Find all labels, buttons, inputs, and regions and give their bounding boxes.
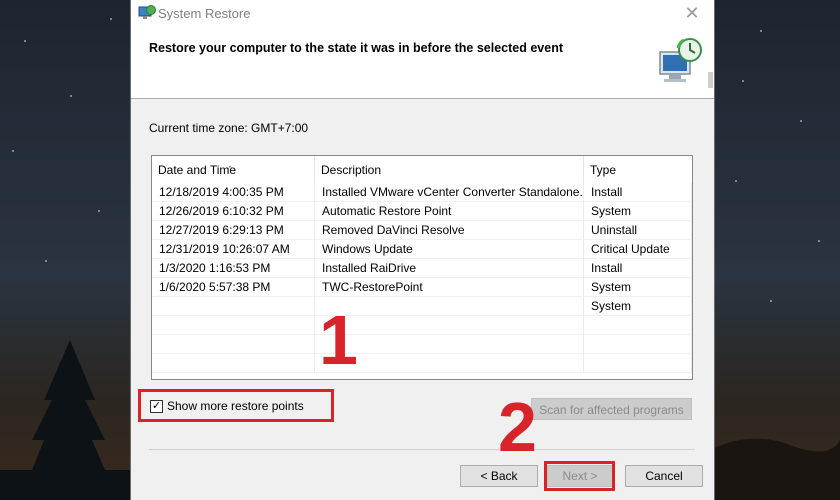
table-row[interactable]: 12/27/2019 6:29:13 PM Removed DaVinci Re…: [152, 221, 692, 240]
cell-description: Automatic Restore Point: [315, 202, 584, 221]
column-header-date[interactable]: ^ Date and Time: [152, 156, 315, 183]
back-button[interactable]: < Back: [460, 465, 538, 487]
cell-description: Windows Update: [315, 240, 584, 259]
show-more-label[interactable]: Show more restore points: [167, 399, 304, 413]
cell-type: System: [584, 297, 692, 316]
cell-type: [584, 354, 692, 373]
highlight-box-next: [544, 461, 615, 491]
hill-silhouette: [710, 438, 840, 500]
title-bar[interactable]: System Restore ✕: [131, 0, 714, 28]
cell-date: 1/6/2020 5:57:38 PM: [152, 278, 315, 297]
sort-caret-icon: ^: [228, 164, 233, 174]
footer-separator: [149, 449, 695, 450]
scroll-indicator: [708, 72, 713, 88]
timezone-label: Current time zone: GMT+7:00: [149, 121, 309, 135]
cell-date: 1/3/2020 1:16:53 PM: [152, 259, 315, 278]
restore-points-table[interactable]: ^ Date and Time Description Type 12/18/2…: [151, 155, 693, 380]
table-row[interactable]: [152, 335, 692, 354]
cell-date: [152, 297, 315, 316]
annotation-step-1: 1: [319, 301, 358, 379]
cell-date: 12/26/2019 6:10:32 PM: [152, 202, 315, 221]
system-restore-window: System Restore ✕ Restore your computer t…: [130, 0, 715, 500]
cell-type: Uninstall: [584, 221, 692, 240]
cell-date: 12/27/2019 6:29:13 PM: [152, 221, 315, 240]
cell-type: [584, 335, 692, 354]
table-row[interactable]: 12/26/2019 6:10:32 PM Automatic Restore …: [152, 202, 692, 221]
table-row[interactable]: 12/31/2019 10:26:07 AM Windows Update Cr…: [152, 240, 692, 259]
column-header-type[interactable]: Type: [584, 156, 692, 183]
cell-type: System: [584, 202, 692, 221]
page-title: Restore your computer to the state it wa…: [149, 41, 563, 55]
system-restore-icon: [138, 5, 156, 19]
cell-date: [152, 335, 315, 354]
cell-date: 12/18/2019 4:00:35 PM: [152, 183, 315, 202]
cell-description: Installed VMware vCenter Converter Stand…: [315, 183, 584, 202]
wizard-header: Restore your computer to the state it wa…: [131, 28, 714, 99]
table-row[interactable]: [152, 354, 692, 373]
cell-type: Install: [584, 183, 692, 202]
column-header-description[interactable]: Description: [315, 156, 584, 183]
cell-type: Install: [584, 259, 692, 278]
table-row[interactable]: System: [152, 297, 692, 316]
cell-date: [152, 316, 315, 335]
show-more-checkbox[interactable]: ✓: [150, 400, 163, 413]
cell-date: [152, 354, 315, 373]
table-row[interactable]: 1/3/2020 1:16:53 PM Installed RaiDrive I…: [152, 259, 692, 278]
table-header: ^ Date and Time Description Type: [152, 156, 692, 183]
table-row[interactable]: [152, 316, 692, 335]
cell-type: Critical Update: [584, 240, 692, 259]
cell-description: Removed DaVinci Resolve: [315, 221, 584, 240]
cell-type: [584, 316, 692, 335]
annotation-step-2: 2: [498, 388, 537, 466]
cancel-button[interactable]: Cancel: [625, 465, 703, 487]
checkmark-icon: ✓: [151, 400, 162, 412]
table-row[interactable]: 1/6/2020 5:57:38 PM TWC-RestorePoint Sys…: [152, 278, 692, 297]
table-row[interactable]: 12/18/2019 4:00:35 PM Installed VMware v…: [152, 183, 692, 202]
cell-type: System: [584, 278, 692, 297]
close-button[interactable]: ✕: [680, 2, 704, 24]
cell-description: TWC-RestorePoint: [315, 278, 584, 297]
cell-date: 12/31/2019 10:26:07 AM: [152, 240, 315, 259]
tree-silhouette: [0, 340, 130, 500]
close-icon: ✕: [684, 3, 700, 23]
cell-description: Installed RaiDrive: [315, 259, 584, 278]
window-title: System Restore: [158, 6, 251, 21]
restore-computer-icon: [659, 38, 702, 82]
scan-affected-programs-button[interactable]: Scan for affected programs: [531, 398, 692, 420]
